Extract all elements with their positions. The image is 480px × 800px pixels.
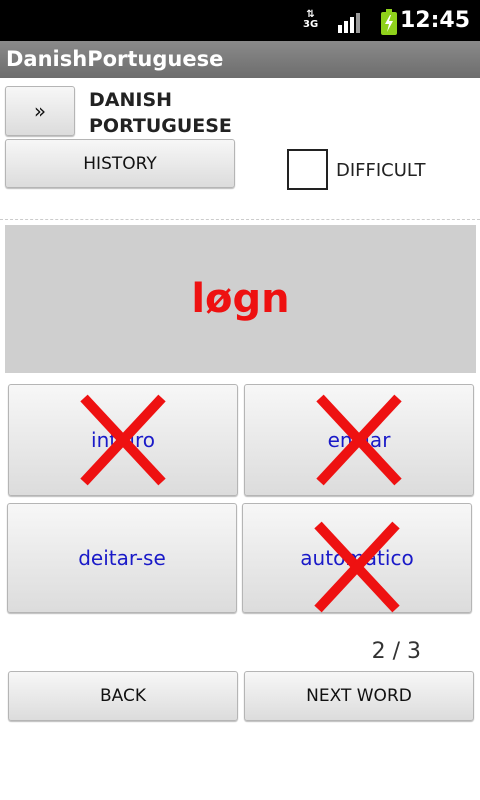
language-from: DANISH: [89, 89, 173, 111]
divider: [0, 219, 480, 222]
history-label: HISTORY: [83, 153, 157, 174]
answer-label: enviar: [327, 428, 391, 452]
app-title: DanishPortuguese: [6, 47, 224, 71]
swap-direction-button[interactable]: »: [5, 86, 75, 136]
difficult-label: DIFFICULT: [336, 160, 426, 181]
back-button[interactable]: BACK: [8, 671, 238, 721]
difficult-checkbox[interactable]: [287, 149, 328, 190]
answer-label: inteiro: [91, 428, 155, 452]
status-bar: ⇅ 3G 12:45: [0, 0, 480, 41]
word-panel: løgn: [5, 225, 476, 373]
back-label: BACK: [99, 686, 146, 706]
signal-strength-icon: [338, 13, 360, 33]
battery-charging-icon: [381, 9, 397, 35]
language-to: PORTUGUESE: [89, 115, 232, 137]
clock: 12:45: [399, 8, 470, 33]
answer-label: automático: [300, 546, 414, 570]
progress-counter: 2 / 3: [371, 639, 421, 664]
answer-label: deitar-se: [78, 546, 166, 570]
app-title-bar: DanishPortuguese: [0, 41, 480, 78]
language-pair: DANISH PORTUGUESE: [89, 87, 232, 139]
next-word-label: NEXT WORD: [306, 686, 412, 706]
next-word-button[interactable]: NEXT WORD: [244, 671, 474, 721]
answer-button-3[interactable]: deitar-se: [7, 503, 237, 613]
answer-button-2[interactable]: enviar: [244, 384, 474, 496]
network-3g-icon: ⇅ 3G: [303, 9, 319, 30]
answer-button-4[interactable]: automático: [242, 503, 472, 613]
answer-button-1[interactable]: inteiro: [8, 384, 238, 496]
swap-direction-label: »: [33, 99, 47, 123]
history-button[interactable]: HISTORY: [5, 139, 235, 188]
quiz-word: løgn: [191, 276, 290, 322]
network-type: 3G: [303, 19, 319, 30]
